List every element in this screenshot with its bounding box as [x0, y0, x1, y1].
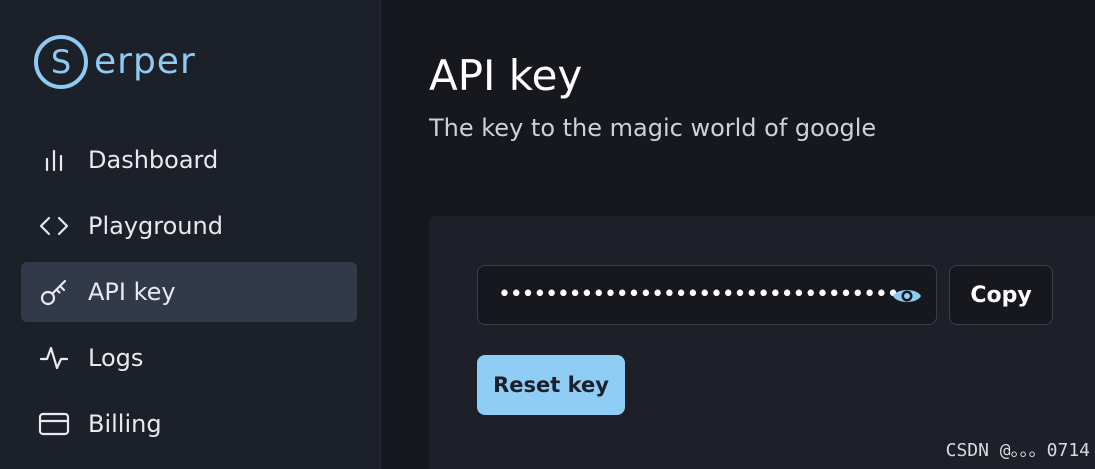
- app-root: S erper Dashboard Playground API key Log…: [0, 0, 1095, 469]
- sidebar-item-label: Dashboard: [88, 146, 219, 174]
- page-subtitle: The key to the magic world of google: [429, 114, 877, 142]
- credit-card-icon: [38, 408, 70, 440]
- sidebar-item-label: Logs: [88, 344, 144, 372]
- eye-icon[interactable]: [890, 280, 924, 312]
- sidebar-item-logs[interactable]: Logs: [21, 328, 357, 388]
- csdn-watermark: CSDN @。。。0714: [945, 440, 1090, 461]
- page-title: API key: [429, 51, 583, 100]
- sidebar-item-api-key[interactable]: API key: [21, 262, 357, 322]
- api-key-field[interactable]: ••••••••••••••••••••••••••••••••••: [477, 265, 937, 325]
- sidebar-item-billing[interactable]: Billing: [21, 394, 357, 454]
- sidebar-item-label: Playground: [88, 212, 223, 240]
- serper-logo[interactable]: S erper: [33, 34, 196, 90]
- code-icon: [38, 210, 70, 242]
- activity-icon: [38, 342, 70, 374]
- logo-letter: S: [51, 43, 71, 81]
- bar-chart-icon: [38, 144, 70, 176]
- logo-text: erper: [94, 40, 196, 82]
- logo-circle-icon: S: [33, 34, 89, 90]
- sidebar-item-playground[interactable]: Playground: [21, 196, 357, 256]
- sidebar-item-label: Billing: [88, 410, 162, 438]
- sidebar-item-dashboard[interactable]: Dashboard: [21, 130, 357, 190]
- api-key-card: [429, 216, 1095, 469]
- sidebar: S erper Dashboard Playground API key Log…: [0, 0, 381, 469]
- sidebar-item-label: API key: [88, 278, 176, 306]
- api-key-masked-value[interactable]: ••••••••••••••••••••••••••••••••••: [498, 280, 900, 310]
- reset-key-button[interactable]: Reset key: [477, 355, 625, 415]
- key-icon: [38, 276, 70, 308]
- copy-button[interactable]: Copy: [949, 265, 1053, 325]
